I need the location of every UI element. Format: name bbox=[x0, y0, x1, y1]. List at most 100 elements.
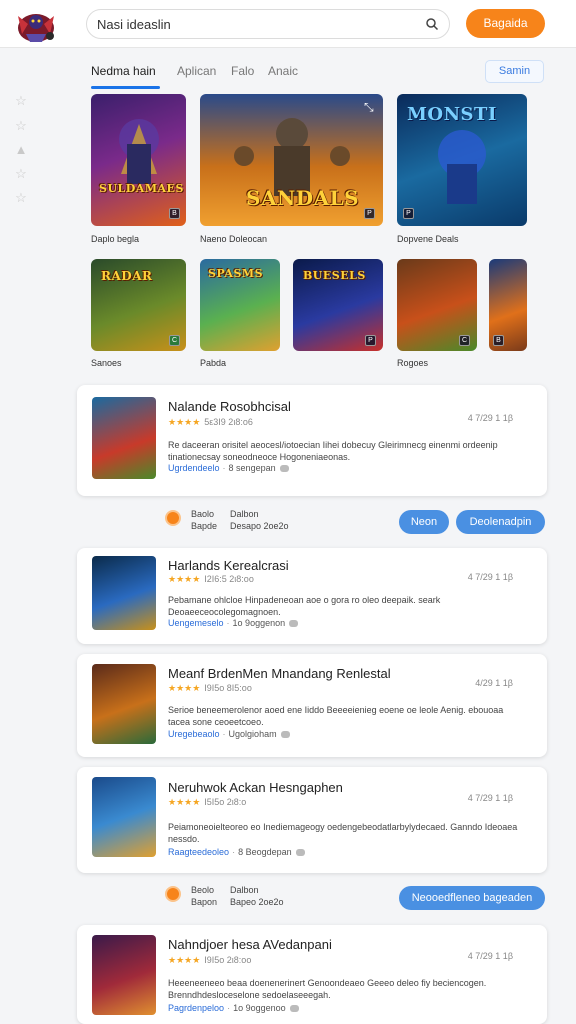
search-bar[interactable]: Nasi ideaslin bbox=[86, 9, 450, 39]
search-input[interactable]: Nasi ideaslin bbox=[97, 17, 171, 32]
action-text: Dalbon bbox=[230, 509, 259, 519]
card-link[interactable]: Uregebeaolo bbox=[168, 729, 220, 739]
featured-tile[interactable]: C bbox=[397, 259, 477, 351]
card-title[interactable]: Neruhwok Ackan Hesngaphen bbox=[168, 780, 343, 795]
card-title[interactable]: Nalande Rosobhcisal bbox=[168, 399, 291, 414]
tile-badge: C bbox=[169, 335, 180, 346]
tile-art-title: MONSTI bbox=[407, 104, 497, 125]
tile-art-title: RADAR bbox=[101, 269, 153, 283]
like-icon[interactable] bbox=[279, 465, 289, 473]
star-icon[interactable]: ☆ bbox=[14, 191, 28, 205]
card-link[interactable]: Raagteedeoleo bbox=[168, 847, 229, 857]
card-meta: 4 7/29 1 1β bbox=[467, 793, 513, 803]
expand-icon[interactable]: ⤡ bbox=[364, 100, 374, 115]
featured-tile[interactable]: SULDAMAES B bbox=[91, 94, 186, 226]
card-links: Ugrdendeelo · 8 sengepan bbox=[168, 463, 289, 473]
like-icon[interactable] bbox=[295, 849, 305, 857]
rating-stars: ★★★★ Ι9Ι5ο 8Ι5:οο bbox=[168, 683, 252, 693]
card-links: Uengemeselo · 1ο 9oggenon bbox=[168, 618, 299, 628]
card-link[interactable]: Pagrdenpeloo bbox=[168, 1003, 224, 1013]
like-icon[interactable] bbox=[289, 620, 299, 628]
card-links: Uregebeaolo · Ugolgioham bbox=[168, 729, 290, 739]
app-card[interactable]: Nahndjoer hesa AVedanpani ★★★★ Ι9Ι5ο 2ι8:… bbox=[77, 925, 547, 1024]
action-text: Bapeo 2oe2o bbox=[230, 897, 284, 907]
action-text: Baolo bbox=[191, 509, 215, 519]
tile-badge: P bbox=[365, 335, 376, 346]
app-thumbnail[interactable] bbox=[92, 664, 156, 744]
secondary-button[interactable]: Neon bbox=[399, 510, 449, 534]
card-count: 1ο 9oggenoo bbox=[233, 1003, 286, 1013]
app-thumbnail[interactable] bbox=[92, 935, 156, 1015]
star-icon[interactable]: ☆ bbox=[14, 167, 28, 181]
tab-files[interactable]: Falo bbox=[231, 64, 254, 78]
like-icon[interactable] bbox=[289, 1005, 299, 1013]
card-meta: 4 7/29 1 1β bbox=[467, 413, 513, 423]
coin-icon bbox=[165, 886, 181, 902]
rating-stars: ★★★★ Ι2Ι6:5 2ι8:οο bbox=[168, 574, 254, 584]
primary-action-button[interactable]: Bagaida bbox=[466, 9, 545, 38]
tile-label: Pabda bbox=[200, 358, 227, 368]
featured-tile[interactable]: MONSTI P bbox=[397, 94, 527, 226]
like-icon[interactable] bbox=[280, 731, 290, 739]
tab-analytics[interactable]: Anaic bbox=[268, 64, 298, 78]
app-thumbnail[interactable] bbox=[92, 397, 156, 479]
rating-stars: ★★★★ Ι9Ι5ο 2ι8:οο bbox=[168, 955, 252, 965]
star-icon[interactable]: ☆ bbox=[14, 94, 28, 108]
card-link[interactable]: Uengemeselo bbox=[168, 618, 224, 628]
featured-tile[interactable]: RADAR C bbox=[91, 259, 186, 351]
action-text: Bapde bbox=[191, 521, 218, 531]
action-row: Beolo Bapon Dalbon Bapeo 2oe2o Neooedfle… bbox=[77, 883, 547, 913]
tab-side-button[interactable]: Samin bbox=[485, 60, 544, 83]
card-title[interactable]: Harlands Kerealcrasi bbox=[168, 558, 289, 573]
tile-art-title: SULDAMAES bbox=[99, 182, 184, 195]
tile-badge: B bbox=[493, 335, 504, 346]
card-description: Re daceeran orisitel aeocesl/iotoecian I… bbox=[168, 440, 498, 462]
tile-badge: C bbox=[459, 335, 470, 346]
top-bar: Nasi ideaslin Bagaida bbox=[0, 0, 576, 48]
action-text: Bapon bbox=[191, 897, 218, 907]
card-description: Pebamane ohlcloe Hinpadeneoan aoe o gora… bbox=[168, 595, 441, 617]
home-icon[interactable]: ▲ bbox=[14, 143, 28, 157]
card-link[interactable]: Ugrdendeelo bbox=[168, 463, 220, 473]
tab-apps[interactable]: Aplican bbox=[177, 64, 216, 78]
app-card[interactable]: Meanf BrdenMen Mnandang Renlestal ★★★★ Ι9… bbox=[77, 654, 547, 757]
action-row: Baolo Bapde Dalbon Desapo 2oe2o Neon Deo… bbox=[77, 507, 547, 537]
app-logo[interactable] bbox=[10, 4, 62, 46]
rating-stars: ★★★★ 5ε3Ι9 2ι8:ο6 bbox=[168, 417, 253, 427]
featured-tile[interactable]: B bbox=[489, 259, 527, 351]
star-icon[interactable]: ☆ bbox=[14, 119, 28, 133]
card-title[interactable]: Meanf BrdenMen Mnandang Renlestal bbox=[168, 666, 391, 681]
tile-badge: B bbox=[169, 208, 180, 219]
featured-tile[interactable]: SPASMS bbox=[200, 259, 280, 351]
search-icon[interactable] bbox=[425, 17, 439, 31]
tab-home[interactable]: Nedma hain bbox=[91, 64, 156, 78]
card-title[interactable]: Nahndjoer hesa AVedanpani bbox=[168, 937, 332, 952]
rating-stars: ★★★★ Ι5Ι5ο 2ι8:ο bbox=[168, 797, 247, 807]
app-card[interactable]: Harlands Kerealcrasi ★★★★ Ι2Ι6:5 2ι8:οο 4… bbox=[77, 548, 547, 644]
card-links: Pagrdenpeloo · 1ο 9oggenoo bbox=[168, 1003, 299, 1013]
card-meta: 4 7/29 1 1β bbox=[467, 951, 513, 961]
coin-icon bbox=[165, 510, 181, 526]
tile-label: Dopvene Deals bbox=[397, 234, 459, 244]
app-thumbnail[interactable] bbox=[92, 556, 156, 630]
primary-button[interactable]: Neooedfleneo bageaden bbox=[399, 886, 545, 910]
active-tab-indicator bbox=[91, 86, 160, 89]
card-count: 8 Beogdepan bbox=[238, 847, 292, 857]
tile-badge: P bbox=[364, 208, 375, 219]
app-thumbnail[interactable] bbox=[92, 777, 156, 857]
card-count: Ugolgioham bbox=[228, 729, 277, 739]
featured-tile[interactable]: SANDALS P ⤡ bbox=[200, 94, 383, 226]
card-description: Heeeneeneeo beaa doenenerinert Genoondea… bbox=[168, 978, 487, 1000]
tile-label: Sanoes bbox=[91, 358, 122, 368]
tile-art-title: SANDALS bbox=[246, 186, 360, 210]
card-description: Peiamoneoielteoreo eo Inediemageogy oede… bbox=[168, 822, 518, 844]
action-text: Dalbon bbox=[230, 885, 259, 895]
app-card[interactable]: Nalande Rosobhcisal ★★★★ 5ε3Ι9 2ι8:ο6 4 7… bbox=[77, 385, 547, 496]
tile-label: Rogoes bbox=[397, 358, 429, 368]
featured-tile[interactable]: BUESELS P bbox=[293, 259, 383, 351]
action-text: Desapo 2oe2o bbox=[230, 521, 289, 531]
tile-badge: P bbox=[403, 208, 414, 219]
card-count: 1ο 9oggenon bbox=[232, 618, 286, 628]
app-card[interactable]: Neruhwok Ackan Hesngaphen ★★★★ Ι5Ι5ο 2ι8:… bbox=[77, 767, 547, 873]
primary-button[interactable]: Deolenadpin bbox=[456, 510, 545, 534]
